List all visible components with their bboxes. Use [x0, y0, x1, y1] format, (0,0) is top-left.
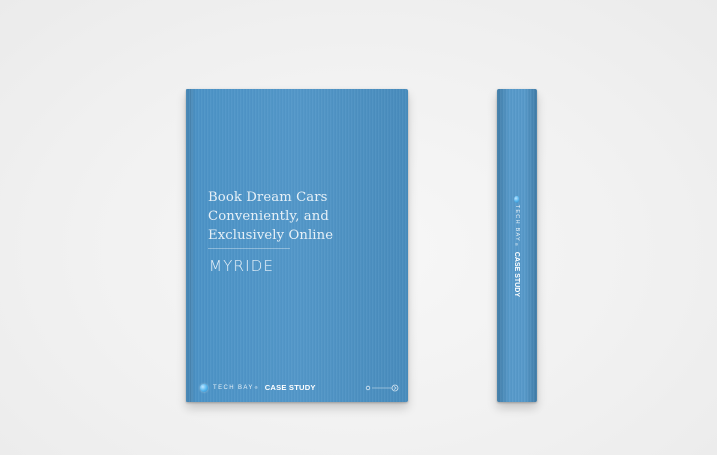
publisher-name: TECH BAY: [213, 384, 254, 391]
pager-arrow-icon: [365, 384, 399, 392]
brand-logo: MYRIDE: [209, 257, 275, 275]
spine-publisher-name: TECH BAY: [514, 204, 520, 242]
spine-label: TECH BAY ® CASE STUDY: [509, 195, 525, 297]
registered-mark: ®: [254, 385, 258, 390]
book-front-cover: Book Dream Cars Conveniently, and Exclus…: [186, 89, 408, 402]
book-spine: TECH BAY ® CASE STUDY: [497, 89, 537, 402]
cover-divider: [208, 248, 290, 249]
cover-footer: TECH BAY ® CASE STUDY: [200, 383, 316, 392]
tech-bay-logo-icon: [514, 195, 520, 203]
spine-series-label: CASE STUDY: [513, 251, 521, 297]
cover-title-line: Book Dream Cars: [208, 190, 328, 205]
cover-hinge: [190, 89, 193, 402]
spine-registered-mark: ®: [514, 242, 520, 246]
cover-title: Book Dream Cars Conveniently, and Exclus…: [208, 188, 398, 245]
book-mockup-scene: Book Dream Cars Conveniently, and Exclus…: [0, 0, 717, 455]
series-label: CASE STUDY: [264, 383, 316, 392]
cover-title-line: Conveniently, and: [208, 209, 329, 224]
tech-bay-logo-icon: [200, 383, 208, 392]
cover-title-line: Exclusively Online: [208, 228, 334, 243]
